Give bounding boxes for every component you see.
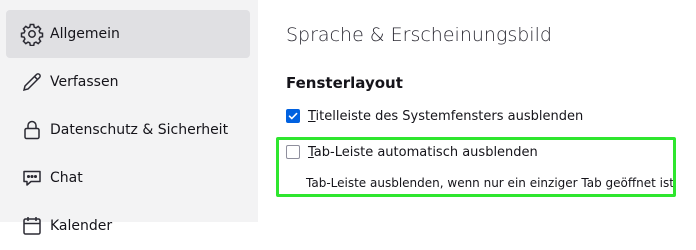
sidebar-item-label: Kalender (50, 218, 113, 234)
sidebar-item-kalender[interactable]: Kalender (6, 202, 250, 250)
hide-titlebar-option[interactable]: Titelleiste des Systemfensters ausblende… (286, 107, 583, 125)
gear-icon (20, 22, 44, 46)
section-title: Sprache & Erscheinungsbild (286, 24, 552, 46)
sidebar-item-datenschutz[interactable]: Datenschutz & Sicherheit (6, 106, 250, 154)
sidebar-item-verfassen[interactable]: Verfassen (6, 58, 250, 106)
checkmark-icon (288, 112, 298, 120)
sidebar-item-label: Verfassen (50, 74, 119, 90)
sidebar-item-allgemein[interactable]: Allgemein (6, 10, 250, 58)
hide-titlebar-checkbox[interactable] (286, 109, 300, 123)
highlight-box (276, 137, 676, 197)
sidebar-item-chat[interactable]: Chat (6, 154, 250, 202)
pencil-icon (20, 70, 44, 94)
sidebar-item-label: Chat (50, 170, 83, 186)
sidebar: Allgemein Verfassen Datenschutz & Sicher… (0, 0, 258, 235)
calendar-icon (20, 214, 44, 238)
chat-bubble-icon (20, 166, 44, 190)
sidebar-item-label: Allgemein (50, 26, 120, 42)
group-title: Fensterlayout (286, 74, 403, 92)
lock-icon (20, 118, 44, 142)
hide-titlebar-label: Titelleiste des Systemfensters ausblende… (308, 108, 584, 124)
sidebar-item-label: Datenschutz & Sicherheit (50, 122, 229, 138)
